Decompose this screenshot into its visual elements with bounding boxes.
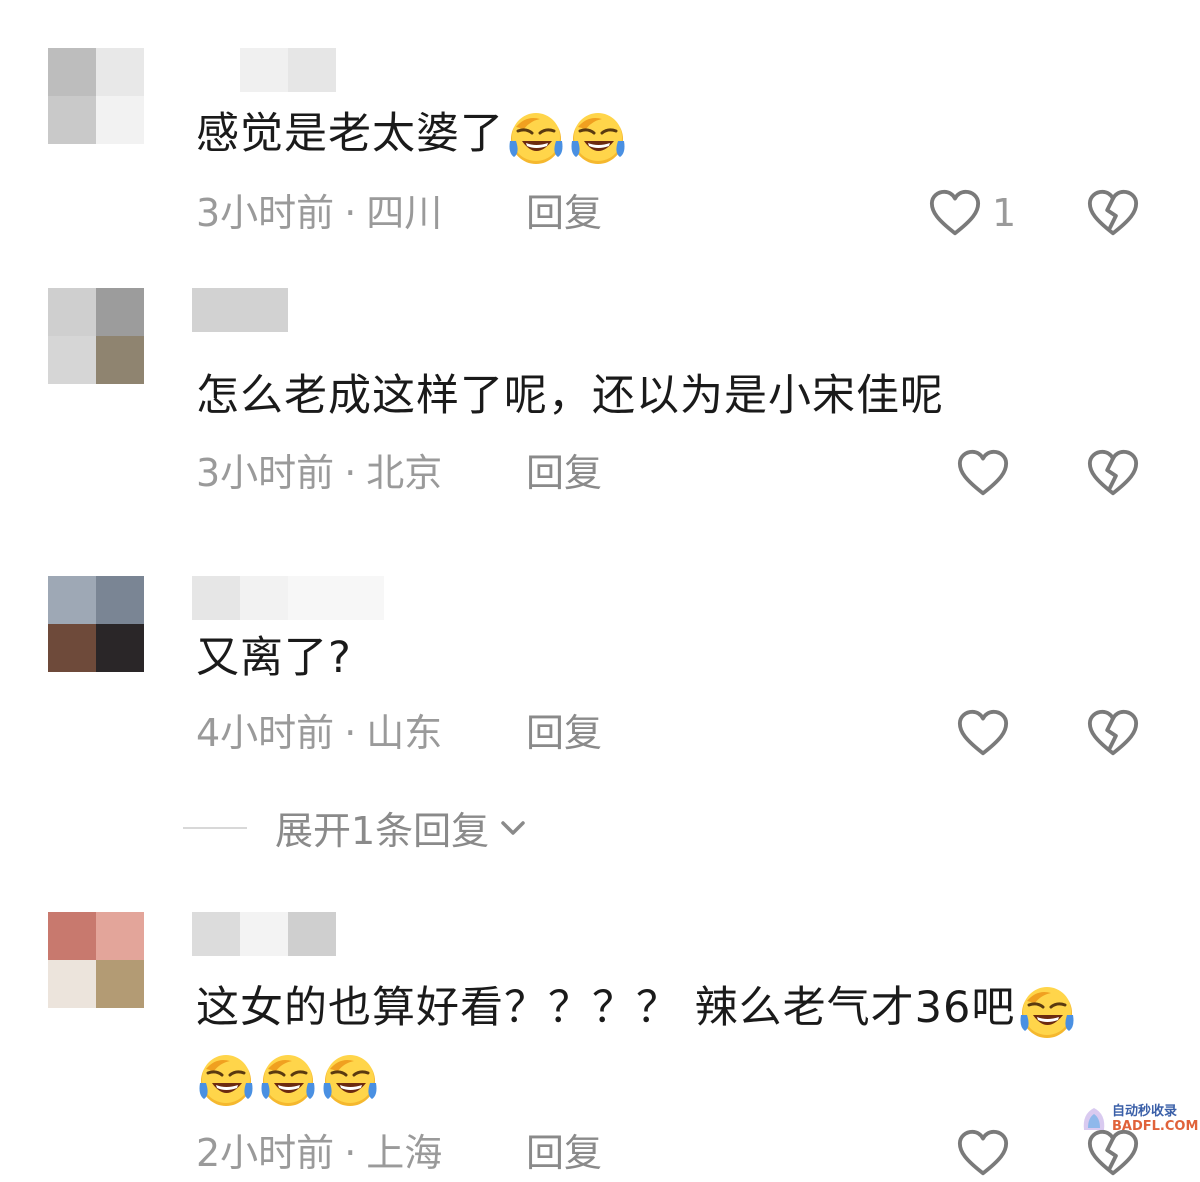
username-blurred[interactable] [192,912,336,956]
broken-heart-icon [1086,708,1140,758]
expand-replies[interactable]: 展开1条回复 [183,800,531,855]
dislike-button[interactable] [1086,708,1140,762]
comment-location: 北京 [366,451,443,495]
avatar[interactable] [48,48,144,144]
comment-time: 4小时前 [196,711,335,755]
watermark-line2: BADFL.COM [1112,1119,1199,1134]
username-blurred[interactable] [192,48,336,92]
comment-text: 感觉是老太婆了 [196,104,628,167]
like-count: 1 [992,191,1017,235]
broken-heart-icon [1086,448,1140,498]
comment-text: 怎么老成这样了呢，还以为是小宋佳呢 [196,371,944,421]
heart-outline-icon [928,188,982,238]
avatar[interactable] [48,912,144,1008]
expand-replies-label[interactable]: 展开1条回复 [275,800,489,855]
avatar[interactable] [48,288,144,384]
divider-line [183,826,247,829]
like-button[interactable] [956,708,1020,758]
laugh-cry-emoji [1017,981,1077,1041]
comment-emoji-line [196,1046,380,1109]
comment-time: 3小时前 [196,451,335,495]
meta-separator: · [344,711,357,755]
avatar[interactable] [48,576,144,672]
username-blurred[interactable] [192,576,384,620]
dislike-button[interactable] [1086,448,1140,502]
laugh-cry-emoji [320,1049,380,1109]
meta-separator: · [344,191,357,235]
watermark-logo-icon [1083,1108,1105,1130]
laugh-cry-emoji [258,1049,318,1109]
comment-meta: 3小时前 · 北京 回复 [196,448,602,498]
comment-location: 四川 [366,191,443,235]
reply-button[interactable]: 回复 [526,448,602,498]
chevron-down-icon[interactable] [495,813,531,843]
comment-meta: 4小时前 · 山东 回复 [196,708,602,758]
comment-text: 这女的也算好看？？？？ 辣么老气才36吧 [196,978,1077,1041]
watermark: 自动秒收录 BADFL.COM [1080,1104,1198,1134]
meta-separator: · [344,1131,357,1175]
username-blurred[interactable] [192,288,288,332]
reply-button[interactable]: 回复 [526,188,602,238]
meta-separator: · [344,451,357,495]
broken-heart-icon [1086,1128,1140,1178]
watermark-line1: 自动秒收录 [1112,1104,1178,1119]
comment-meta: 3小时前 · 四川 回复 [196,188,602,238]
comment-meta: 2小时前 · 上海 回复 [196,1128,602,1178]
laugh-cry-emoji [506,107,566,167]
broken-heart-icon [1086,188,1140,238]
heart-outline-icon [956,708,1010,758]
laugh-cry-emoji [568,107,628,167]
like-button[interactable] [956,1128,1020,1178]
heart-outline-icon [956,448,1010,498]
comment-time: 2小时前 [196,1131,335,1175]
comment-time: 3小时前 [196,191,335,235]
reply-button[interactable]: 回复 [526,708,602,758]
laugh-cry-emoji [196,1049,256,1109]
reply-button[interactable]: 回复 [526,1128,602,1178]
comment-location: 上海 [366,1131,443,1175]
like-button[interactable]: 1 [928,188,1016,238]
dislike-button[interactable] [1086,188,1140,242]
comment-text: 又离了? [196,633,352,683]
heart-outline-icon [956,1128,1010,1178]
dislike-button[interactable] [1086,1128,1140,1182]
like-button[interactable] [956,448,1020,498]
comment-location: 山东 [366,711,443,755]
